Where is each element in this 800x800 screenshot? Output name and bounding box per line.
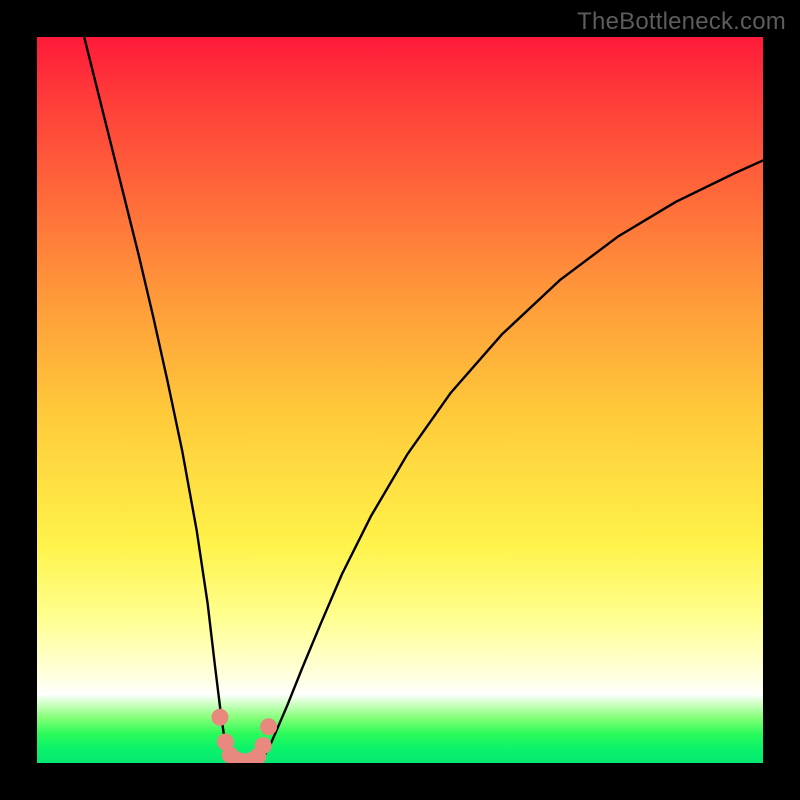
marker-dot xyxy=(260,718,277,735)
bottleneck-curve xyxy=(84,37,763,763)
marker-dot xyxy=(211,709,228,726)
curve-svg xyxy=(37,37,763,763)
outer-frame: TheBottleneck.com xyxy=(0,0,800,800)
marker-group xyxy=(211,709,277,763)
attribution-text: TheBottleneck.com xyxy=(577,8,786,36)
marker-dot xyxy=(255,737,272,754)
plot-area xyxy=(37,37,763,763)
